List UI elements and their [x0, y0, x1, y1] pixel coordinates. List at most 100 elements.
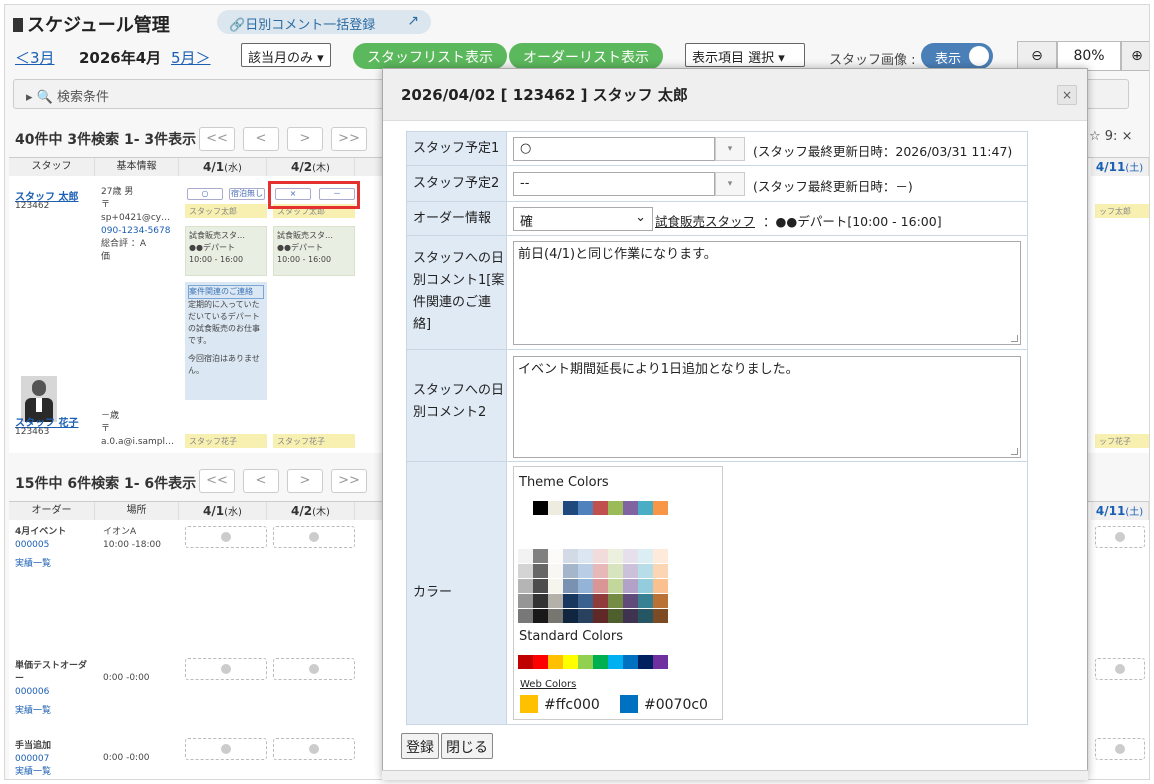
add-cell[interactable] [1095, 738, 1145, 760]
add-cell[interactable] [1095, 658, 1145, 680]
color-swatch[interactable] [578, 501, 593, 515]
color-swatch[interactable] [623, 501, 638, 515]
color-swatch[interactable] [548, 609, 563, 623]
color-swatch[interactable] [563, 579, 578, 593]
pager-first[interactable]: << [199, 469, 235, 493]
color-swatch[interactable] [548, 655, 563, 669]
comment2-textarea[interactable]: イベント期間延長により1日追加となりました。 [513, 356, 1021, 458]
close-button[interactable]: 閉じる [441, 733, 493, 759]
color-swatch[interactable] [623, 655, 638, 669]
color-swatch[interactable] [608, 501, 623, 515]
plan-chip[interactable]: 宿泊無し [229, 188, 265, 200]
color-swatch[interactable] [623, 609, 638, 623]
zoom-out-icon[interactable]: ⊖ [1017, 41, 1057, 71]
order-box[interactable]: 試食販売スタ… ●●デパート 10:00 - 16:00 [273, 226, 355, 276]
color-swatch[interactable] [518, 564, 533, 578]
comment-box[interactable]: 案件関連のご連絡 定期的に入っていただいているデパートの試食販売のお仕事です。 今回… [185, 282, 267, 400]
color-picker[interactable]: Theme Colors Standard Colors Web Colors … [513, 466, 723, 720]
plan2-dropdown-icon[interactable]: ▾ [715, 172, 745, 196]
color-swatch[interactable] [593, 564, 608, 578]
order-list-button[interactable]: オーダーリスト表示 [509, 43, 663, 69]
staff-list-button[interactable]: スタッフリスト表示 [353, 43, 507, 69]
order-box[interactable]: 試食販売スタ… ●●デパート 10:00 - 16:00 [185, 226, 267, 276]
color-swatch[interactable] [518, 655, 533, 669]
color-swatch[interactable] [533, 549, 548, 563]
add-cell[interactable] [185, 738, 267, 760]
display-items-select[interactable]: 表示項目 選択 ▾ [685, 43, 805, 67]
color-swatch[interactable] [593, 655, 608, 669]
pager-prev[interactable]: < [243, 127, 279, 151]
color-swatch[interactable] [533, 594, 548, 608]
month-filter-select[interactable]: 該当月のみ ▾ [241, 43, 331, 67]
order-select[interactable]: 確 ⌄ [513, 207, 653, 231]
add-cell[interactable] [1095, 526, 1145, 548]
color-swatch[interactable] [563, 609, 578, 623]
color-swatch[interactable] [548, 501, 563, 515]
color-swatch[interactable] [518, 549, 533, 563]
color-swatch[interactable] [533, 564, 548, 578]
color-swatch[interactable] [623, 579, 638, 593]
color-swatch[interactable] [548, 594, 563, 608]
pager-next[interactable]: > [287, 127, 323, 151]
color-swatch[interactable] [638, 579, 653, 593]
color-swatch[interactable] [608, 564, 623, 578]
color-swatch[interactable] [623, 594, 638, 608]
plan1-dropdown-icon[interactable]: ▾ [715, 137, 745, 161]
color-swatch[interactable] [563, 501, 578, 515]
close-icon[interactable]: × [1057, 85, 1077, 105]
color-swatch[interactable] [578, 564, 593, 578]
color-swatch[interactable] [578, 594, 593, 608]
color-swatch[interactable] [563, 594, 578, 608]
color-swatch[interactable] [533, 579, 548, 593]
color-swatch[interactable] [578, 549, 593, 563]
plan2-input[interactable]: -- [513, 172, 715, 196]
color-swatch[interactable] [623, 564, 638, 578]
add-cell[interactable] [273, 738, 355, 760]
color-swatch[interactable] [578, 609, 593, 623]
color-swatch[interactable] [518, 501, 533, 515]
color-swatch[interactable] [593, 579, 608, 593]
color-swatch[interactable] [563, 549, 578, 563]
color-swatch[interactable] [623, 549, 638, 563]
pager-last[interactable]: >> [331, 469, 367, 493]
color-swatch[interactable] [653, 549, 668, 563]
color-swatch[interactable] [653, 579, 668, 593]
color-swatch[interactable] [548, 549, 563, 563]
color-swatch[interactable] [638, 594, 653, 608]
picked-color-1[interactable]: #ffc000 [520, 695, 600, 713]
color-swatch[interactable] [653, 564, 668, 578]
color-swatch[interactable] [593, 501, 608, 515]
color-swatch[interactable] [518, 594, 533, 608]
add-cell[interactable] [273, 526, 355, 548]
color-swatch[interactable] [593, 609, 608, 623]
order-link[interactable]: 試食販売スタッフ [655, 211, 755, 230]
color-swatch[interactable] [533, 655, 548, 669]
color-swatch[interactable] [578, 655, 593, 669]
comment1-textarea[interactable]: 前日(4/1)と同じ作業になります。 [513, 241, 1021, 345]
add-cell[interactable] [185, 526, 267, 548]
next-month-link[interactable]: 5月＞ [171, 47, 211, 68]
pager-first[interactable]: << [199, 127, 235, 151]
zoom-in-icon[interactable]: ⊕ [1121, 41, 1149, 71]
color-swatch[interactable] [653, 655, 668, 669]
color-swatch[interactable] [638, 501, 653, 515]
color-swatch[interactable] [533, 501, 548, 515]
color-swatch[interactable] [608, 609, 623, 623]
add-cell[interactable] [273, 658, 355, 680]
plan1-input[interactable]: ○ [513, 137, 715, 161]
register-button[interactable]: 登録 [401, 733, 439, 759]
color-swatch[interactable] [608, 655, 623, 669]
color-swatch[interactable] [638, 564, 653, 578]
plan-chip[interactable]: ○ [187, 188, 223, 200]
pager-prev[interactable]: < [243, 469, 279, 493]
pager-last[interactable]: >> [331, 127, 367, 151]
color-swatch[interactable] [608, 579, 623, 593]
color-swatch[interactable] [533, 609, 548, 623]
color-swatch[interactable] [608, 549, 623, 563]
pager-next[interactable]: > [287, 469, 323, 493]
web-colors-link[interactable]: Web Colors [520, 679, 576, 690]
bulk-comment-button[interactable]: 🔗日別コメント一括登録 ↗ [217, 10, 431, 34]
color-swatch[interactable] [518, 609, 533, 623]
color-swatch[interactable] [563, 655, 578, 669]
color-swatch[interactable] [548, 564, 563, 578]
